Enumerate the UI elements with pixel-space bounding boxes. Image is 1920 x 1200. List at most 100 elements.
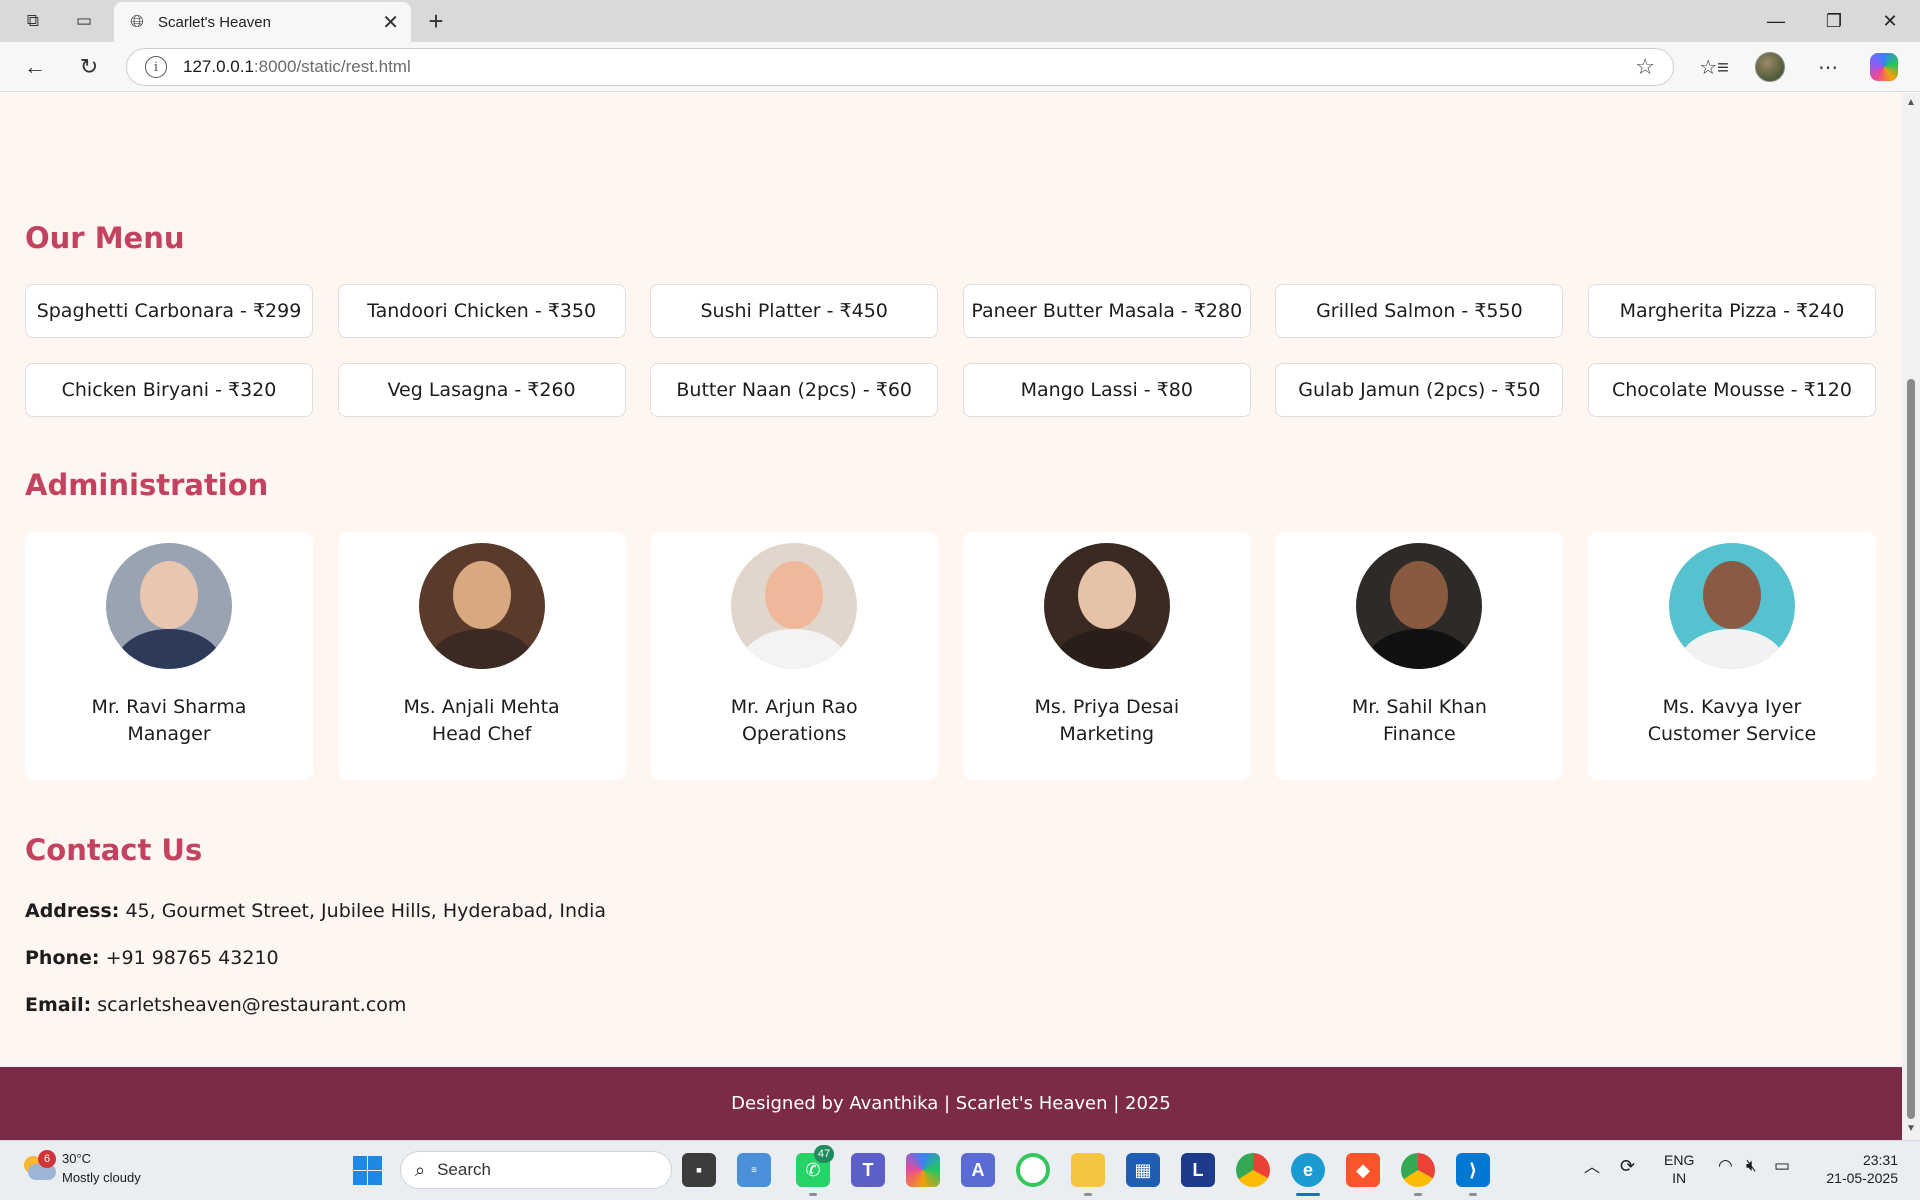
favorite-star-icon[interactable]: ☆ <box>1635 54 1655 80</box>
menu-item: Butter Naan (2pcs) - ₹60 <box>650 363 939 417</box>
admin-card: Mr. Sahil Khan Finance <box>1275 532 1564 780</box>
tab-title: Scarlet's Heaven <box>158 13 271 31</box>
brave-icon[interactable]: ◆ <box>1346 1153 1380 1187</box>
address-value: 45, Gourmet Street, Jubilee Hills, Hyder… <box>125 900 607 922</box>
running-indicator <box>1469 1193 1477 1196</box>
admin-photo <box>1043 543 1170 669</box>
url-path: :8000/static/rest.html <box>253 57 411 76</box>
menu-item: Paneer Butter Masala - ₹280 <box>962 284 1251 338</box>
menu-heading: Our Menu <box>25 221 185 255</box>
menu-item: Veg Lasagna - ₹260 <box>337 363 626 417</box>
email-value: scarletsheaven@restaurant.com <box>97 994 407 1016</box>
admin-card: Mr. Arjun Rao Operations <box>650 532 939 780</box>
copilot-app-icon[interactable] <box>906 1153 940 1187</box>
clock[interactable]: 23:31 21-05-2025 <box>1818 1151 1898 1187</box>
app-icon-a[interactable]: A <box>961 1153 995 1187</box>
weather-temp: 30°C <box>62 1151 92 1166</box>
language-bottom: IN <box>1672 1170 1687 1186</box>
vertical-tabs-icon[interactable]: ▭ <box>67 8 101 34</box>
app-icon-edu[interactable]: ≡ <box>737 1153 771 1187</box>
browser-tab[interactable]: 🌐︎ Scarlet's Heaven ✕ <box>114 2 411 42</box>
admin-card: Ms. Priya Desai Marketing <box>962 532 1251 780</box>
weather-desc: Mostly cloudy <box>62 1170 141 1185</box>
teams-icon[interactable]: T <box>851 1153 885 1187</box>
admin-name: Mr. Arjun Rao <box>730 696 858 718</box>
windows-taskbar: 6 30°C Mostly cloudy ⌕ Search ▪ ≡ ✆ 47 T… <box>0 1140 1920 1200</box>
admin-card: Mr. Ravi Sharma Manager <box>25 532 313 780</box>
email-label: Email: <box>25 994 92 1016</box>
wifi-icon[interactable]: ◠ <box>1718 1157 1733 1175</box>
profile-avatar[interactable] <box>1752 51 1788 83</box>
menu-item: Mango Lassi - ₹80 <box>962 363 1251 417</box>
vscode-icon[interactable]: ⟩ <box>1456 1153 1490 1187</box>
workspaces-icon[interactable]: ⧉ <box>16 8 50 34</box>
page-scrollbar[interactable]: ▲ ▼ <box>1902 93 1920 1140</box>
close-tab-icon[interactable]: ✕ <box>382 10 399 35</box>
admin-photo <box>1356 543 1483 669</box>
scroll-up-icon[interactable]: ▲ <box>1906 97 1916 108</box>
task-view-icon[interactable]: ▪ <box>682 1153 716 1187</box>
reload-button[interactable]: ↻ <box>72 51 106 83</box>
menu-item: Margherita Pizza - ₹240 <box>1587 284 1876 338</box>
administration-heading: Administration <box>25 468 269 502</box>
search-placeholder: Search <box>437 1160 491 1179</box>
file-explorer-icon[interactable] <box>1071 1153 1105 1187</box>
store-icon[interactable]: ▦ <box>1126 1153 1160 1187</box>
site-info-icon[interactable]: i <box>145 56 167 78</box>
app-icon-ring[interactable] <box>1016 1153 1050 1187</box>
address-bar[interactable]: i 127.0.0.1:8000/static/rest.html ☆ <box>126 48 1674 86</box>
back-button[interactable]: ← <box>18 51 52 83</box>
menu-item: Grilled Salmon - ₹550 <box>1275 284 1564 338</box>
chrome-profile-icon[interactable] <box>1401 1153 1435 1187</box>
more-options-icon[interactable]: ⋯ <box>1810 51 1846 83</box>
menu-item: Gulab Jamun (2pcs) - ₹50 <box>1275 363 1564 417</box>
phone-value: +91 98765 43210 <box>105 947 279 969</box>
admin-name: Ms. Priya Desai <box>1034 696 1180 718</box>
show-hidden-icons[interactable]: ︿ <box>1584 1159 1600 1177</box>
battery-icon[interactable]: ▭ <box>1774 1157 1790 1175</box>
language-indicator[interactable]: ENG IN <box>1664 1151 1694 1187</box>
weather-widget[interactable]: 6 30°C Mostly cloudy <box>22 1149 141 1187</box>
address-label: Address: <box>25 900 120 922</box>
url-host: 127.0.0.1 <box>183 57 254 76</box>
language-top: ENG <box>1664 1152 1695 1168</box>
taskbar-search[interactable]: ⌕ Search <box>400 1151 672 1189</box>
volume-muted-icon[interactable]: 🔇︎ <box>1746 1157 1757 1175</box>
footer-text: Designed by Avanthika | Scarlet's Heaven… <box>731 1093 1171 1114</box>
sync-icon[interactable]: ⟳ <box>1620 1157 1635 1175</box>
running-indicator <box>1414 1193 1422 1196</box>
contact-address: Address: 45, Gourmet Street, Jubilee Hil… <box>25 900 606 922</box>
search-icon: ⌕ <box>415 1159 426 1180</box>
chrome-icon[interactable] <box>1236 1153 1270 1187</box>
page-viewport: Our Menu Spaghetti Carbonara - ₹299 Tando… <box>0 93 1902 1140</box>
admin-card: Ms. Anjali Mehta Head Chef <box>337 532 626 780</box>
weather-icon: 6 <box>22 1150 56 1182</box>
app-icon-l[interactable]: L <box>1181 1153 1215 1187</box>
browser-tab-bar: ⧉ ▭ 🌐︎ Scarlet's Heaven ✕ + — ❐ ✕ <box>0 0 1920 42</box>
admin-card: Ms. Kavya Iyer Customer Service <box>1587 532 1876 780</box>
favorites-icon[interactable]: ☆≡ <box>1696 51 1732 83</box>
contact-email: Email: scarletsheaven@restaurant.com <box>25 994 406 1016</box>
menu-item: Chicken Biryani - ₹320 <box>25 363 313 417</box>
new-tab-button[interactable]: + <box>420 6 452 36</box>
page-footer: Designed by Avanthika | Scarlet's Heaven… <box>0 1067 1902 1140</box>
admin-photo <box>1668 543 1795 669</box>
whatsapp-badge: 47 <box>814 1145 834 1163</box>
scrollbar-thumb[interactable] <box>1907 379 1915 1119</box>
scroll-down-icon[interactable]: ▼ <box>1906 1123 1916 1134</box>
active-indicator <box>1296 1193 1320 1196</box>
restore-button[interactable]: ❐ <box>1806 6 1862 36</box>
edge-icon[interactable]: e <box>1291 1153 1325 1187</box>
close-window-button[interactable]: ✕ <box>1862 6 1918 36</box>
admin-photo <box>731 543 858 669</box>
contact-heading: Contact Us <box>25 833 203 867</box>
clock-date: 21-05-2025 <box>1826 1170 1898 1186</box>
admin-role: Marketing <box>1059 723 1155 745</box>
browser-toolbar: ← ↻ i 127.0.0.1:8000/static/rest.html ☆ … <box>0 42 1920 92</box>
copilot-icon[interactable] <box>1866 51 1902 83</box>
start-button[interactable] <box>350 1153 384 1187</box>
menu-item: Sushi Platter - ₹450 <box>650 284 939 338</box>
minimize-button[interactable]: — <box>1748 6 1804 36</box>
admin-name: Ms. Kavya Iyer <box>1662 696 1802 718</box>
contact-phone: Phone: +91 98765 43210 <box>25 947 279 969</box>
